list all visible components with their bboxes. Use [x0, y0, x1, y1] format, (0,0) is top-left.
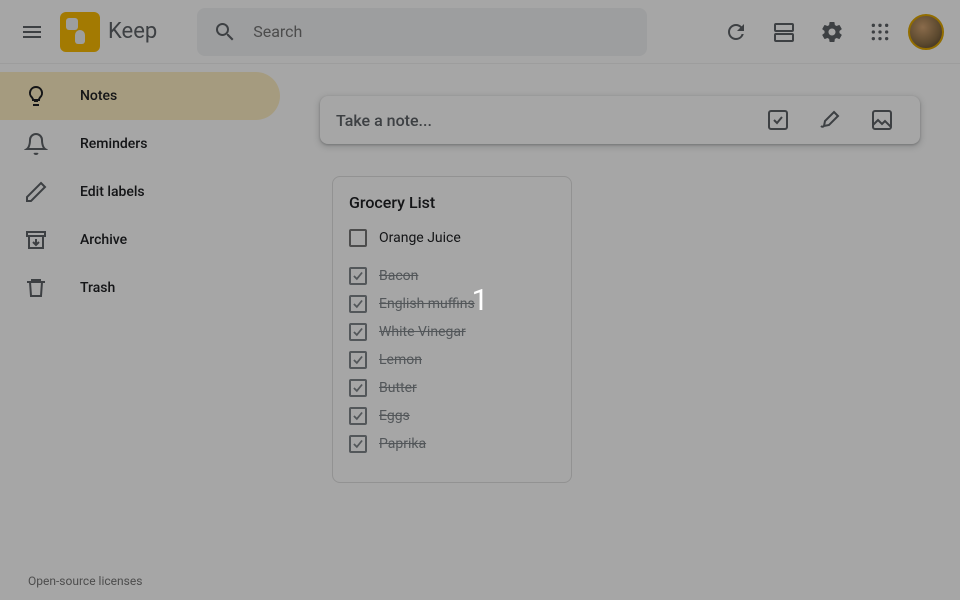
- lightbulb-icon: [24, 84, 48, 108]
- keep-logo-icon: [60, 12, 100, 52]
- checklist-item-text: Butter: [379, 380, 417, 396]
- checklist-item[interactable]: Bacon: [349, 262, 555, 290]
- sidebar-item-archive[interactable]: Archive: [0, 216, 280, 264]
- sidebar-item-reminders[interactable]: Reminders: [0, 120, 280, 168]
- search-box[interactable]: [197, 8, 647, 56]
- main-wrap: Notes Reminders Edit labels Archive Tras…: [0, 64, 960, 600]
- checkbox-checked-icon[interactable]: [349, 435, 367, 453]
- menu-icon: [20, 20, 44, 44]
- app-header: Keep: [0, 0, 960, 64]
- pencil-icon: [24, 180, 48, 204]
- search-input[interactable]: [253, 22, 631, 41]
- note-title: Grocery List: [349, 193, 555, 212]
- header-actions: [716, 12, 952, 52]
- new-image-note-button[interactable]: [860, 98, 904, 142]
- refresh-button[interactable]: [716, 12, 756, 52]
- content-area: Take a note... Grocery List Orange Juice…: [280, 64, 960, 600]
- checkbox-icon: [766, 108, 790, 132]
- archive-icon: [24, 228, 48, 252]
- new-drawing-button[interactable]: [808, 98, 852, 142]
- checklist-item[interactable]: Paprika: [349, 430, 555, 458]
- checklist-item-text: Lemon: [379, 352, 422, 368]
- checklist-item-text: Paprika: [379, 436, 426, 452]
- apps-button[interactable]: [860, 12, 900, 52]
- account-avatar[interactable]: [908, 14, 944, 50]
- main-menu-button[interactable]: [8, 8, 56, 56]
- app-name: Keep: [108, 19, 157, 44]
- image-icon: [870, 108, 894, 132]
- checklist-item[interactable]: Orange Juice: [349, 224, 555, 252]
- apps-grid-icon: [870, 22, 890, 42]
- checklist-item-text: White Vinegar: [379, 324, 466, 340]
- note-card[interactable]: Grocery List Orange Juice Bacon English …: [332, 176, 572, 483]
- sidebar-item-notes[interactable]: Notes: [0, 72, 280, 120]
- sidebar-footer-link[interactable]: Open-source licenses: [28, 574, 142, 588]
- checklist-item[interactable]: Butter: [349, 374, 555, 402]
- checkbox-checked-icon[interactable]: [349, 267, 367, 285]
- checklist-item[interactable]: Lemon: [349, 346, 555, 374]
- sidebar-item-edit-labels[interactable]: Edit labels: [0, 168, 280, 216]
- new-list-button[interactable]: [756, 98, 800, 142]
- sidebar-item-trash[interactable]: Trash: [0, 264, 280, 312]
- checkbox-checked-icon[interactable]: [349, 295, 367, 313]
- checklist-item-text: English muffins: [379, 296, 475, 312]
- list-view-button[interactable]: [764, 12, 804, 52]
- sidebar-item-label: Notes: [80, 88, 117, 104]
- checkbox-checked-icon[interactable]: [349, 379, 367, 397]
- app-logo[interactable]: Keep: [60, 12, 157, 52]
- sidebar: Notes Reminders Edit labels Archive Tras…: [0, 64, 280, 600]
- search-icon: [213, 20, 237, 44]
- checklist-item[interactable]: White Vinegar: [349, 318, 555, 346]
- bell-icon: [24, 132, 48, 156]
- compose-note-bar[interactable]: Take a note...: [320, 96, 920, 144]
- checkbox-checked-icon[interactable]: [349, 407, 367, 425]
- checklist-item-text: Orange Juice: [379, 230, 461, 246]
- refresh-icon: [724, 20, 748, 44]
- checkbox-checked-icon[interactable]: [349, 351, 367, 369]
- checkbox-checked-icon[interactable]: [349, 323, 367, 341]
- sidebar-item-label: Archive: [80, 232, 127, 248]
- checklist-item-text: Bacon: [379, 268, 418, 284]
- checklist-item[interactable]: English muffins: [349, 290, 555, 318]
- compose-placeholder: Take a note...: [336, 111, 748, 130]
- sidebar-item-label: Edit labels: [80, 184, 145, 200]
- trash-icon: [24, 276, 48, 300]
- brush-icon: [818, 108, 842, 132]
- checklist-item[interactable]: Eggs: [349, 402, 555, 430]
- settings-button[interactable]: [812, 12, 852, 52]
- sidebar-item-label: Trash: [80, 280, 115, 296]
- sidebar-item-label: Reminders: [80, 136, 147, 152]
- list-view-icon: [772, 20, 796, 44]
- checkbox-unchecked-icon[interactable]: [349, 229, 367, 247]
- gear-icon: [820, 20, 844, 44]
- checklist-item-text: Eggs: [379, 408, 410, 424]
